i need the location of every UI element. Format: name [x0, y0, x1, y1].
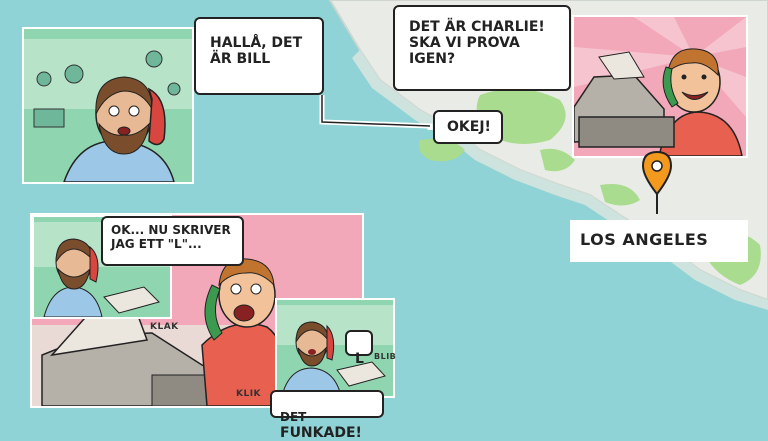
funkade-word: FUNKADE!: [280, 424, 362, 441]
panel-charlie: [572, 15, 748, 158]
sound-effect-klik: KLIK: [236, 389, 262, 399]
bill-phone-illustration: [24, 29, 192, 182]
panel-bill-success: [275, 298, 395, 398]
location-label: LOS ANGELES: [570, 220, 748, 262]
bill-success-illustration: [277, 300, 393, 396]
speech-bubble-bill-hello: HALLÅ, DET ÄR BILL: [194, 17, 324, 95]
screen-letter-bubble: L: [345, 330, 373, 367]
sound-effect-klak: KLAK: [150, 322, 179, 332]
speech-bubble-funkade: DET FUNKADE!: [270, 390, 384, 441]
speech-bubble-okej: OKEJ!: [433, 110, 503, 144]
charlie-fax-illustration: [574, 17, 746, 156]
speech-bubble-charlie-intro: DET ÄR CHARLIE! SKA VI PROVA IGEN?: [393, 5, 571, 91]
location-label-text: LOS ANGELES: [580, 230, 709, 249]
sound-effect-blib: BLIB: [374, 352, 397, 361]
speech-bubble-bill-typing: OK... NU SKRIVER JAG ETT "L"...: [101, 216, 244, 266]
screen-letter: L: [355, 351, 364, 368]
map-pin-icon: [641, 150, 673, 214]
panel-bill-hello: [22, 27, 194, 184]
